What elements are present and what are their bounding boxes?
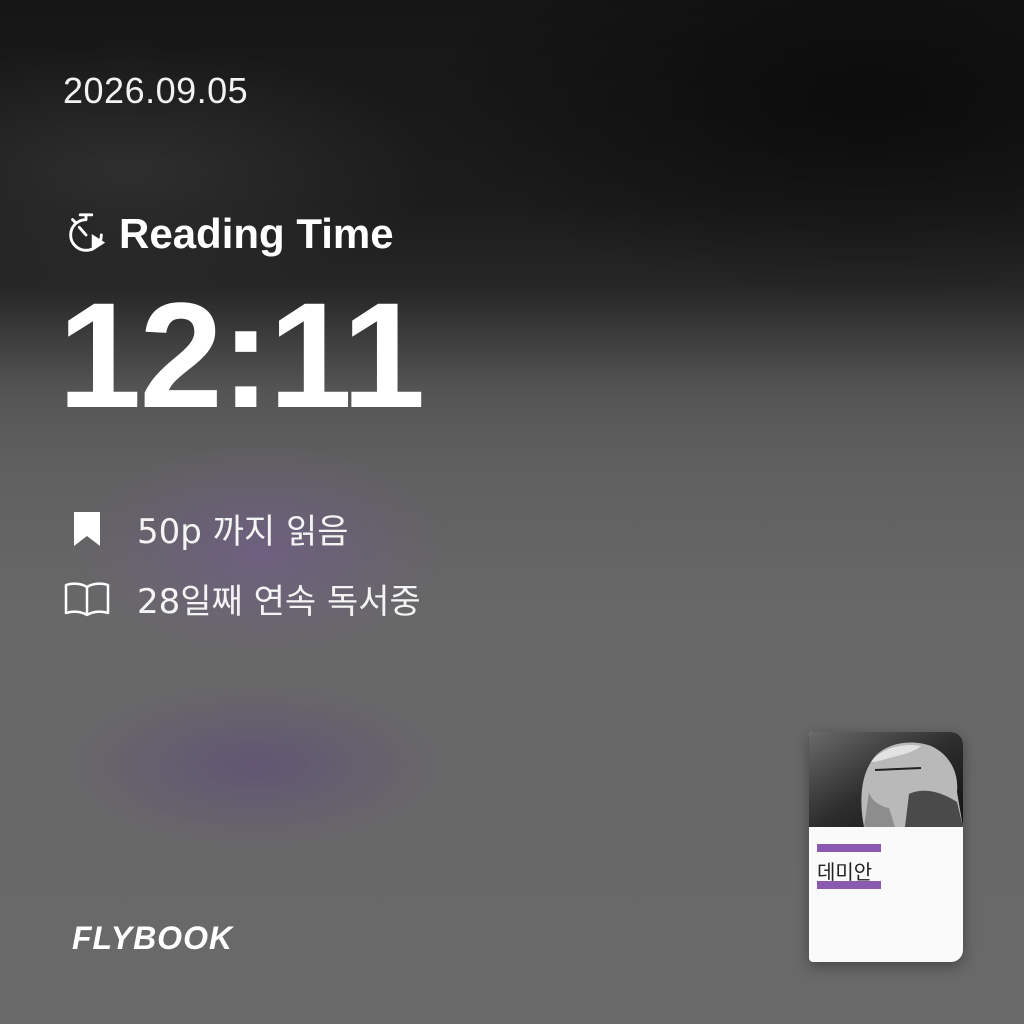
pages-read-stat: 50p 까지 읽음 (63, 504, 349, 553)
open-book-icon (63, 579, 111, 619)
pages-read-text: 50p 까지 읽음 (137, 512, 349, 552)
bookmark-icon (63, 509, 111, 549)
reading-time-label: Reading Time (119, 210, 394, 257)
reading-time-header: Reading Time (63, 210, 394, 258)
author-portrait (809, 732, 963, 827)
flybook-logo: FLYBOOK (72, 920, 234, 956)
streak-text: 28일째 연속 독서중 (137, 582, 421, 622)
reading-time-value: 12:11 (58, 271, 425, 439)
stopwatch-play-icon (69, 213, 106, 252)
streak-stat: 28일째 연속 독서중 (63, 574, 421, 623)
cover-accent-bar-top (817, 844, 881, 852)
cover-accent-bar-bottom (817, 881, 881, 889)
book-cover: 데미안 (809, 732, 963, 962)
date-label: 2026.09.05 (63, 70, 249, 111)
